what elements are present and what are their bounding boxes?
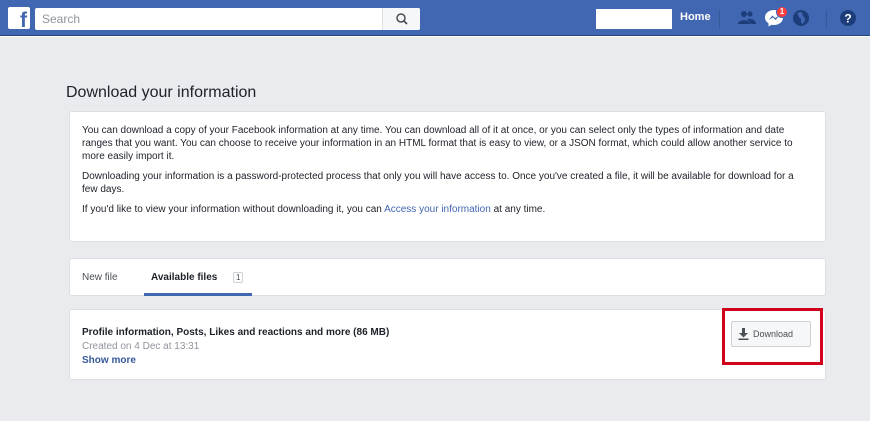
info-paragraph: Downloading your information is a passwo… (82, 171, 794, 195)
globe-icon[interactable] (791, 8, 811, 28)
search-icon (396, 13, 408, 25)
tab-available-files[interactable]: Available files (151, 272, 217, 283)
access-your-information-link[interactable]: Access your information (384, 204, 491, 215)
info-text: at any time. (490, 204, 546, 215)
file-title: Profile information, Posts, Likes and re… (82, 327, 390, 338)
friends-icon[interactable] (737, 8, 757, 28)
profile-link[interactable] (596, 9, 672, 29)
file-created-date: Created on 4 Dec at 13:31 (82, 341, 200, 352)
search-box (35, 8, 420, 30)
svg-text:?: ? (844, 12, 851, 26)
tabs-bar: New file Available files 1 (69, 258, 826, 296)
download-icon (738, 328, 749, 340)
tab-new-file[interactable]: New file (82, 272, 118, 283)
topbar-divider (719, 10, 720, 28)
search-button[interactable] (382, 8, 420, 30)
info-card: You can download a copy of your Facebook… (69, 111, 826, 242)
download-label: Download (753, 329, 794, 339)
page-title: Download your information (66, 84, 257, 101)
help-icon[interactable]: ? (838, 8, 858, 28)
top-bar: f Home 1 ? (0, 0, 870, 36)
available-files-count-badge: 1 (233, 272, 244, 283)
notification-badge: 1 (776, 6, 788, 18)
topbar-divider (826, 10, 827, 28)
show-more-link[interactable]: Show more (82, 355, 136, 366)
info-text: If you'd like to view your information w… (82, 204, 385, 215)
info-paragraph: You can download a copy of your Facebook… (82, 125, 793, 162)
download-button[interactable]: Download (731, 321, 811, 347)
facebook-logo-icon[interactable]: f (8, 7, 30, 31)
file-card: Profile information, Posts, Likes and re… (69, 309, 826, 380)
search-input[interactable] (35, 8, 385, 30)
info-paragraph: If you'd like to view your information w… (82, 203, 811, 216)
home-link[interactable]: Home (680, 11, 711, 23)
active-tab-indicator (144, 293, 252, 296)
